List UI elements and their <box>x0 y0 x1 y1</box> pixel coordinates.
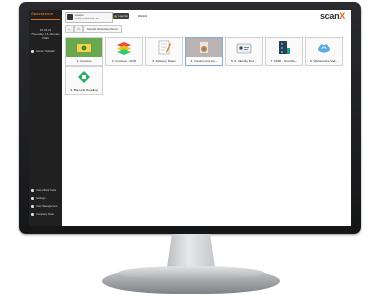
barcode-icon <box>66 67 102 86</box>
sidebar-item-settings[interactable]: Settings <box>31 196 61 201</box>
company-logo: Gasvaecom <box>31 12 53 16</box>
tile-label: 5. 6. Identity Doc... <box>231 59 257 63</box>
screen: Gasvaecom 16:33:21 Thursday, 16 January … <box>29 10 351 226</box>
gear-icon <box>31 197 34 200</box>
tile-label: 2. Invoices - ADR <box>112 59 136 63</box>
sidebar-item-back-tools[interactable]: Users Back Tools <box>31 188 61 193</box>
sidebar-item-label: Settings <box>36 197 46 200</box>
tile-invoice-line-items[interactable]: 4. Invoice Line Ite... <box>185 37 223 66</box>
sidebar-item-company-tools[interactable]: Company Tools <box>31 212 61 217</box>
tile-identity-documents[interactable]: 5. 6. Identity Doc... <box>225 37 263 66</box>
cloud-icon <box>306 38 342 57</box>
user-email: mail@scanbotcloud.com <box>75 17 99 20</box>
lock-icon: 🔒 <box>114 14 118 18</box>
layers-icon <box>106 38 142 57</box>
tile-invoices-adr[interactable]: 2. Invoices - ADR <box>105 37 143 66</box>
sidebar-item-label: Users Back Tools <box>36 189 56 192</box>
monitor-bezel: Gasvaecom 16:33:21 Thursday, 16 January … <box>19 2 361 234</box>
logo-underline <box>31 19 60 20</box>
user-name: scanbot <box>75 13 84 17</box>
top-bar: scanbot mail@scanbotcloud.com 🔒 Log Out … <box>62 10 351 24</box>
omr-icon <box>266 38 302 57</box>
home-button[interactable]: ⌂ <box>74 25 83 33</box>
sidebar-item-home[interactable]: Home / Uploads <box>31 49 61 54</box>
tile-invoices[interactable]: 1. Invoices <box>65 37 103 66</box>
language-switch[interactable]: DE/EN <box>138 14 147 18</box>
sidebar: Gasvaecom 16:33:21 Thursday, 16 January … <box>29 10 62 226</box>
navigation-row: ← ⌂ Scan2x Workshop Demo <box>62 24 351 33</box>
tile-label: 1. Invoices <box>76 59 92 63</box>
tile-label: 8. Webservice Vali... <box>310 59 338 63</box>
document-type-grid: 1. Invoices 2. Invoices - ADR 3. Deliver… <box>62 34 351 226</box>
user-avatar-icon <box>67 14 73 20</box>
tile-webservice-validation[interactable]: 8. Webservice Vali... <box>305 37 343 66</box>
money-icon <box>66 38 102 57</box>
notepad-icon <box>146 38 182 57</box>
id-card-icon <box>226 38 262 57</box>
clock-date: Thursday, 16 January 2020 <box>31 32 60 40</box>
logout-label: Log Out <box>118 14 128 18</box>
logout-button[interactable]: 🔒 Log Out <box>113 13 129 19</box>
invoice-icon <box>186 38 222 57</box>
tile-delivery-notes[interactable]: 3. Delivery Notes <box>145 37 183 66</box>
sidebar-item-user-management[interactable]: User Management <box>31 204 61 209</box>
brand-logo: scanX <box>320 11 345 21</box>
tile-barcode-reading[interactable]: 9. Barcode Reading <box>65 66 103 95</box>
tile-omr-test[interactable]: 7. OMR - Test Ma... <box>265 37 303 66</box>
user-info[interactable]: scanbot mail@scanbotcloud.com <box>65 12 113 23</box>
brand-mark: X <box>339 11 345 21</box>
tile-label: 4. Invoice Line Ite... <box>190 59 218 63</box>
sidebar-item-label: Company Tools <box>36 213 54 216</box>
user-icon <box>31 205 34 208</box>
home-icon <box>31 50 34 53</box>
clock: 16:33:21 Thursday, 16 January 2020 <box>29 28 62 40</box>
tile-label: 7. OMR - Test Ma... <box>270 59 298 63</box>
monitor-stand-base-top <box>118 266 264 280</box>
tile-label: 3. Delivery Notes <box>152 59 176 63</box>
sidebar-item-label: User Management <box>36 205 58 208</box>
back-button[interactable]: ← <box>65 25 74 33</box>
brand-text: scan <box>319 11 340 21</box>
breadcrumb[interactable]: Scan2x Workshop Demo <box>83 25 122 33</box>
sidebar-item-label: Home / Uploads <box>36 50 55 53</box>
tile-label: 9. Barcode Reading <box>70 88 98 92</box>
tools-icon <box>31 189 34 192</box>
building-icon <box>31 213 34 216</box>
